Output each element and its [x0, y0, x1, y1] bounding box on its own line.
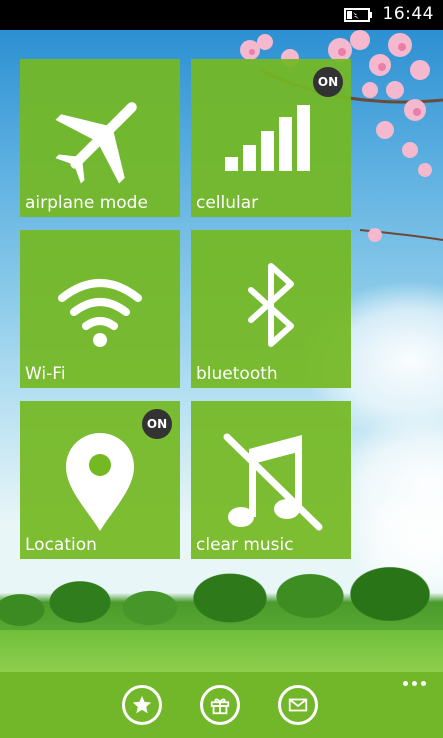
battery-charging-icon — [344, 8, 372, 22]
tile-label: Wi-Fi — [25, 364, 66, 384]
airplane-icon — [55, 102, 137, 184]
tile-label: clear music — [196, 535, 294, 555]
status-time: 16:44 — [382, 4, 434, 24]
tile-label: Location — [25, 535, 97, 555]
favorite-button[interactable] — [122, 685, 162, 725]
app-bar — [0, 672, 443, 738]
ellipsis-icon[interactable] — [403, 678, 429, 688]
tile-cellular[interactable]: ON cellular — [191, 59, 351, 217]
tile-label: cellular — [196, 193, 259, 213]
tile-wifi[interactable]: Wi-Fi — [20, 230, 180, 388]
mail-button[interactable] — [278, 685, 318, 725]
tile-label: bluetooth — [196, 364, 278, 384]
tile-clear-music[interactable]: clear music — [191, 401, 351, 559]
tile-location[interactable]: ON Location — [20, 401, 180, 559]
bluetooth-icon — [248, 263, 294, 347]
status-badge: ON — [142, 409, 172, 439]
mail-icon — [288, 698, 308, 712]
status-badge: ON — [313, 67, 343, 97]
wifi-icon — [58, 279, 142, 347]
music-off-icon — [223, 433, 323, 531]
gift-button[interactable] — [200, 685, 240, 725]
tile-airplane-mode[interactable]: airplane mode — [20, 59, 180, 217]
tile-bluetooth[interactable]: bluetooth — [191, 230, 351, 388]
status-bar: 16:44 — [0, 0, 443, 30]
tile-label: airplane mode — [25, 193, 148, 213]
gift-icon — [210, 698, 230, 715]
star-icon — [132, 695, 152, 714]
